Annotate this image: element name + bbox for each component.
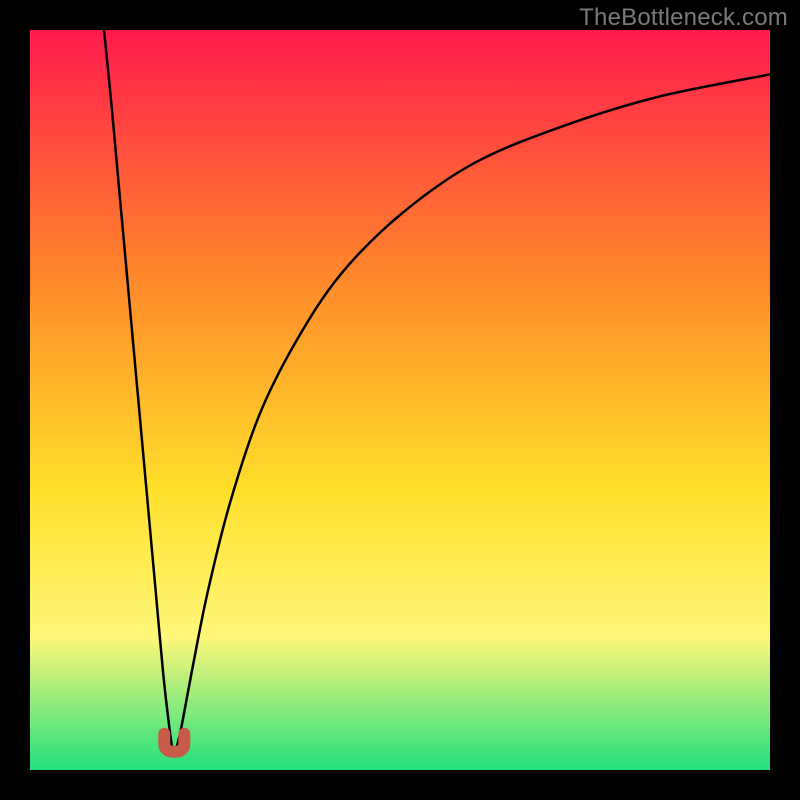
watermark-text: TheBottleneck.com xyxy=(579,4,788,32)
bottleneck-chart xyxy=(0,0,800,800)
plot-area xyxy=(30,30,770,770)
chart-container: { "watermark": "TheBottleneck.com", "cha… xyxy=(0,0,800,800)
